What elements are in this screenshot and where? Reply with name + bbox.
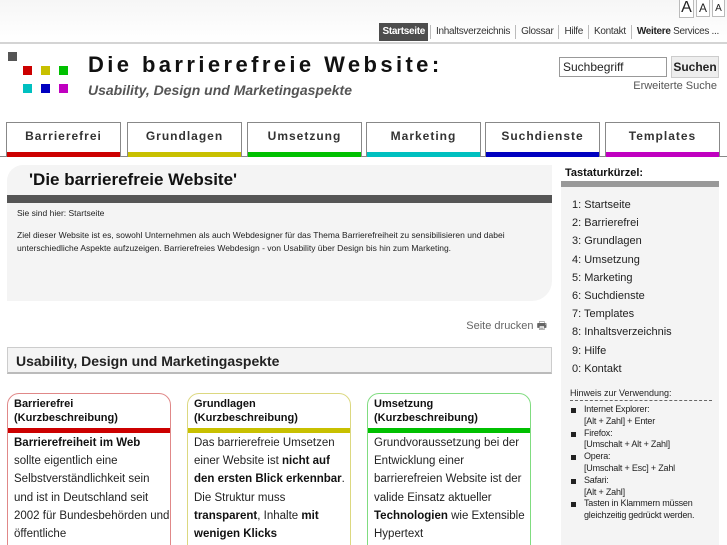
intro-box: 'Die barrierefreie Website' Sie sind hie…	[7, 165, 552, 301]
service-nav-kontakt[interactable]: Kontakt	[588, 25, 631, 39]
tab-color-bar	[128, 152, 241, 157]
breadcrumb: Sie sind hier: Startseite	[17, 208, 105, 218]
logo-square	[23, 66, 32, 75]
shortcut-item[interactable]: 7: Templates	[572, 305, 719, 323]
card-color-bar	[8, 428, 170, 433]
card-subtitle-text: (Kurzbeschreibung)	[194, 412, 298, 424]
font-size-medium-button[interactable]: A	[696, 0, 710, 17]
card-text: Grundvoraussetzung bei der Entwicklung e…	[374, 437, 525, 541]
service-nav-startseite[interactable]: Startseite	[379, 23, 429, 41]
usage-hint-title: Hinweis zur Verwendung:	[570, 388, 712, 402]
site-logo[interactable]	[8, 52, 70, 98]
logo-square	[59, 84, 68, 93]
font-size-small-button[interactable]: A	[712, 0, 725, 17]
shortcut-item[interactable]: 9: Hilfe	[572, 342, 719, 360]
tab-label: Suchdienste	[501, 129, 584, 143]
search-button[interactable]: Suchen	[671, 56, 719, 78]
site-subtitle: Usability, Design und Marketingaspekte	[88, 82, 352, 98]
tab-color-bar	[606, 152, 719, 157]
service-nav-glossar[interactable]: Glossar	[515, 25, 558, 39]
tab-templates[interactable]: Templates	[605, 122, 720, 157]
card-title-text: Grundlagen	[194, 398, 256, 410]
card-text-bold: Technologien	[374, 509, 448, 522]
card-subtitle-text: (Kurzbeschreibung)	[14, 412, 118, 424]
card-text-bold: transparent	[194, 509, 258, 522]
shortcut-item[interactable]: 6: Suchdienste	[572, 287, 719, 305]
card-text-bold: Barrierefreiheit im Web	[14, 437, 141, 449]
service-nav-hilfe[interactable]: Hilfe	[558, 25, 588, 39]
card-color-bar	[368, 428, 530, 433]
service-nav-inhaltsverzeichnis[interactable]: Inhaltsverzeichnis	[430, 25, 515, 39]
card-barrierefrei: Barrierefrei (Kurzbeschreibung) Barrieref…	[7, 393, 171, 545]
service-nav-more-bold: Weitere	[636, 26, 671, 37]
service-nav-more[interactable]: Weitere Services ...	[630, 25, 724, 39]
tab-label: Marketing	[390, 129, 457, 143]
tab-label: Umsetzung	[267, 129, 342, 143]
shortcut-item[interactable]: 3: Grundlagen	[572, 232, 719, 250]
card-title[interactable]: Grundlagen (Kurzbeschreibung)	[194, 397, 298, 425]
tab-color-bar	[7, 152, 120, 157]
usage-hint-item: Internet Explorer: [Alt + Zahl] + Enter	[571, 404, 719, 428]
page-title: 'Die barrierefreie Website'	[29, 170, 238, 189]
logo-square	[8, 52, 17, 61]
tab-color-bar	[367, 152, 480, 157]
card-text: Barrierefreiheit im Web sollte eigentlic…	[14, 437, 170, 541]
service-nav: Startseite Inhaltsverzeichnis Glossar Hi…	[379, 23, 724, 41]
advanced-search-link[interactable]: Erweiterte Suche	[633, 80, 717, 92]
logo-square	[59, 66, 68, 75]
top-bar: A A A Startseite Inhaltsverzeichnis Glos…	[0, 0, 727, 44]
card-grundlagen: Grundlagen (Kurzbeschreibung) Das barrier…	[187, 393, 351, 545]
font-size-switcher: A A A	[679, 0, 725, 18]
tab-label: Barrierefrei	[25, 129, 102, 143]
section-heading: Usability, Design und Marketingaspekte	[7, 347, 552, 374]
logo-square	[23, 84, 32, 93]
usage-hint-item: Firefox: [Umschalt + Alt + Zahl]	[571, 428, 719, 452]
card-text: Das barrierefreie Umsetzen einer Website…	[194, 437, 345, 541]
shortcut-item[interactable]: 8: Inhaltsverzeichnis	[572, 323, 719, 341]
title-rule	[7, 195, 552, 203]
font-size-large-button[interactable]: A	[679, 0, 694, 18]
logo-square	[41, 84, 50, 93]
tab-barrierefrei[interactable]: Barrierefrei	[6, 122, 121, 157]
intro-text: Ziel dieser Website ist es, sowohl Unter…	[17, 230, 505, 253]
tab-marketing[interactable]: Marketing	[366, 122, 481, 157]
shortcut-item[interactable]: 5: Marketing	[572, 269, 719, 287]
card-subtitle-text: (Kurzbeschreibung)	[374, 412, 478, 424]
shortcut-list: 1: Startseite 2: Barrierefrei 3: Grundla…	[561, 187, 719, 378]
tab-color-bar	[486, 152, 599, 157]
card-title-text: Barrierefrei	[14, 398, 74, 410]
tab-label: Grundlagen	[145, 129, 224, 143]
tab-color-bar	[248, 152, 361, 157]
card-umsetzung: Umsetzung (Kurzbeschreibung) Grundvorauss…	[367, 393, 531, 545]
tab-grundlagen[interactable]: Grundlagen	[127, 122, 242, 157]
main-nav: Barrierefrei Grundlagen Umsetzung Market…	[0, 120, 727, 157]
usage-hint-item: Safari: [Alt + Zahl]	[571, 475, 719, 499]
tab-label: Templates	[628, 129, 697, 143]
search-input[interactable]	[559, 57, 667, 77]
print-page-link[interactable]: Seite drucken 🖶	[466, 317, 547, 336]
usage-hint-item: Tasten in Klammern müssen gleichzeitig g…	[571, 498, 719, 522]
shortcut-item[interactable]: 2: Barrierefrei	[572, 214, 719, 232]
printer-icon: 🖶	[536, 320, 547, 332]
card-color-bar	[188, 428, 350, 433]
print-label: Seite drucken	[466, 320, 534, 332]
shortcuts-heading: Tastaturkürzel:	[561, 160, 719, 181]
card-title-text: Umsetzung	[374, 398, 434, 410]
tab-umsetzung[interactable]: Umsetzung	[247, 122, 362, 157]
card-title[interactable]: Barrierefrei (Kurzbeschreibung)	[14, 397, 118, 425]
service-nav-more-rest: Services ...	[670, 26, 719, 37]
logo-square	[41, 66, 50, 75]
shortcut-item[interactable]: 4: Umsetzung	[572, 251, 719, 269]
tab-suchdienste[interactable]: Suchdienste	[485, 122, 600, 157]
sidebar: Tastaturkürzel: 1: Startseite 2: Barrier…	[561, 160, 719, 545]
shortcut-item[interactable]: 1: Startseite	[572, 196, 719, 214]
card-text-bold: nicht auf den ersten Blick erkennbar	[194, 455, 342, 486]
usage-hint-item: Opera: [Umschalt + Esc] + Zahl	[571, 451, 719, 475]
card-title[interactable]: Umsetzung (Kurzbeschreibung)	[374, 397, 478, 425]
shortcut-item[interactable]: 0: Kontakt	[572, 360, 719, 378]
site-title: Die barrierefreie Website:	[88, 52, 443, 77]
usage-hint-list: Internet Explorer: [Alt + Zahl] + Enter Fi…	[561, 401, 719, 522]
